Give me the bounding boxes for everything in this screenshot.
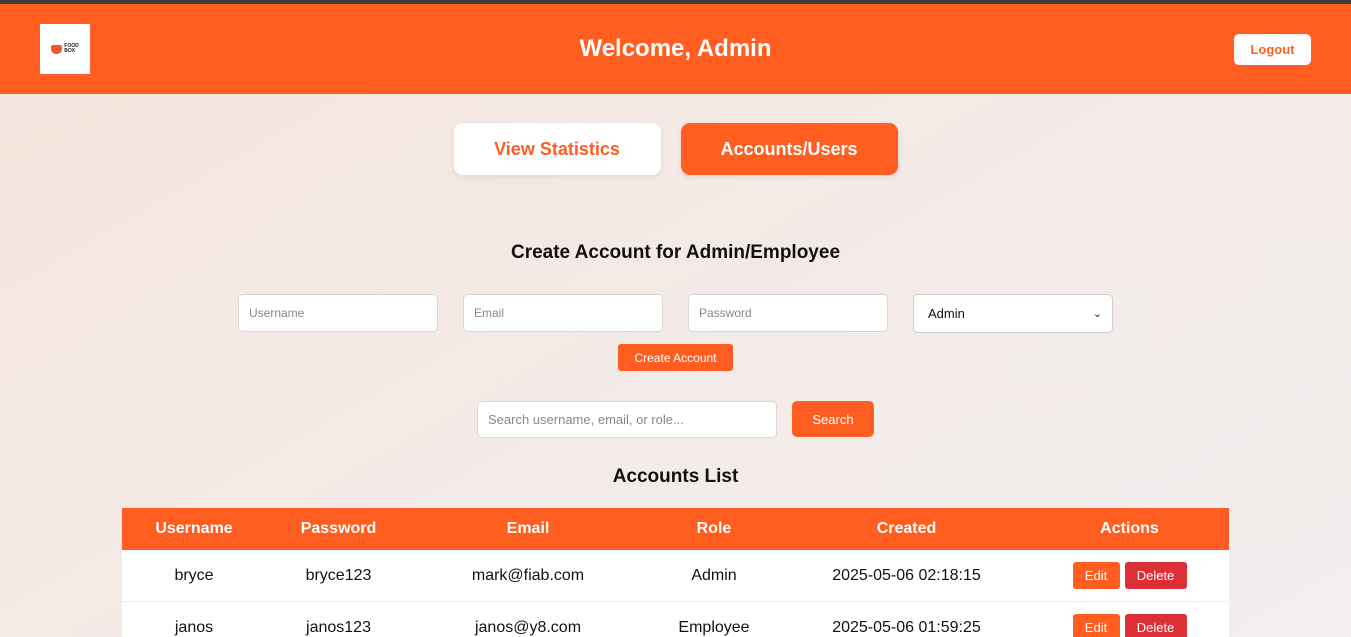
cell-email: janos@y8.com [474,618,582,636]
edit-button[interactable]: Edit [1072,614,1120,637]
accounts-table: Username Password Email Role Created Act… [122,508,1229,637]
username-field[interactable]: Username [238,294,438,332]
logo-text-line2: BOX [64,48,76,54]
table-row: bryce bryce123 mark@fiab.com Admin 2025-… [122,550,1229,602]
search-input[interactable]: Search username, email, or role... [477,401,777,438]
cell-created: 2025-05-06 01:59:25 [832,618,981,636]
cell-created: 2025-05-06 02:18:15 [832,566,981,584]
chevron-down-icon: ⌄ [1092,308,1102,320]
table-row: janos janos123 janos@y8.com Employee 202… [122,602,1229,637]
page-title: Welcome, Admin [579,35,772,62]
column-header-email: Email [506,520,550,537]
column-header-created: Created [876,520,937,537]
cell-password: janos123 [306,618,371,636]
brand-logo[interactable]: FOOD BOX [40,24,90,74]
cell-role: Employee [678,618,750,636]
role-select[interactable]: Admin ⌄ [913,294,1113,333]
password-placeholder: Password [699,306,752,320]
accounts-list-heading: Accounts List [612,466,739,487]
password-field[interactable]: Password [688,294,888,332]
cell-username: bryce [174,566,214,584]
logo-mark-icon: FOOD BOX [51,44,79,54]
header-bar: FOOD BOX Welcome, Admin Logout [0,4,1351,94]
email-field[interactable]: Email [463,294,663,332]
cell-password: bryce123 [305,566,372,584]
tab-view-statistics[interactable]: View Statistics [453,123,661,175]
logout-button[interactable]: Logout [1234,34,1311,65]
cell-role: Admin [691,566,737,584]
column-header-username: Username [155,520,233,537]
column-header-role: Role [696,520,732,537]
create-account-button[interactable]: Create Account [618,344,733,371]
search-button[interactable]: Search [792,401,874,437]
edit-button[interactable]: Edit [1072,562,1120,589]
search-placeholder: Search username, email, or role... [488,412,684,427]
table-header: Username Password Email Role Created Act… [122,508,1229,550]
search-bar: Search username, email, or role... Searc… [0,401,1351,438]
section-tabs: View Statistics Accounts/Users [0,123,1351,175]
create-account-heading: Create Account for Admin/Employee [510,242,841,263]
create-account-form: Username Email Password Admin ⌄ [0,294,1351,333]
cell-actions: Edit Delete [1030,562,1229,589]
cell-email: mark@fiab.com [471,566,585,584]
email-placeholder: Email [474,306,505,320]
cell-username: janos [174,618,214,636]
delete-button[interactable]: Delete [1124,562,1187,589]
cell-actions: Edit Delete [1030,614,1229,637]
role-selected-value: Admin [928,306,965,321]
tab-accounts-users[interactable]: Accounts/Users [680,123,898,175]
username-placeholder: Username [249,306,305,320]
column-header-actions: Actions [1100,520,1159,537]
delete-button[interactable]: Delete [1124,614,1187,637]
column-header-password: Password [300,520,377,537]
